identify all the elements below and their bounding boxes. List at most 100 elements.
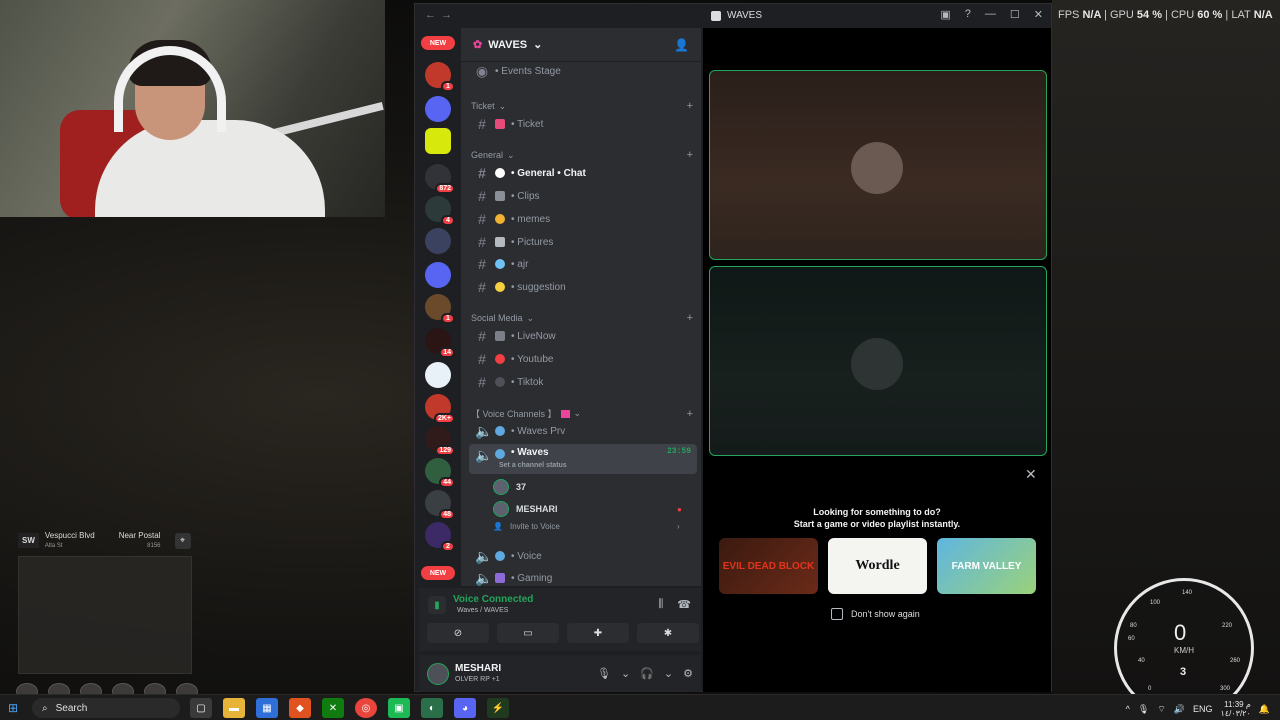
voice-connected-title[interactable]: Voice Connected: [453, 594, 533, 605]
add-channel-icon[interactable]: +: [687, 149, 693, 161]
channel-livenow[interactable]: # • LiveNow: [469, 326, 697, 346]
voice-member-37[interactable]: 37: [493, 479, 526, 495]
channel-ticket[interactable]: # • Ticket: [469, 114, 697, 134]
close-button[interactable]: ✕: [1034, 8, 1043, 21]
server-icon-4[interactable]: 4: [425, 196, 455, 226]
inbox-icon[interactable]: ▣: [940, 8, 950, 21]
activity-card-wordle[interactable]: Wordle: [828, 538, 927, 594]
windows-start-icon[interactable]: ⊞: [8, 701, 22, 715]
server-icon-12[interactable]: 48: [425, 490, 455, 520]
channel-events-stage[interactable]: ◉ • Events Stage: [469, 61, 697, 81]
hash-icon: #: [478, 351, 486, 367]
camera-off-button[interactable]: ⊘: [427, 623, 489, 643]
xbox-icon[interactable]: ✕: [322, 698, 344, 718]
server-icon-5[interactable]: [425, 228, 451, 254]
chrome-icon[interactable]: ◎: [355, 698, 377, 718]
stage-icon: ◉: [475, 62, 489, 79]
noise-suppression-icon[interactable]: ⫼: [658, 598, 663, 611]
channel-tiktok[interactable]: # • Tiktok: [469, 372, 697, 392]
network-icon[interactable]: ⌔: [1157, 704, 1165, 715]
category-voice-channels[interactable]: 【 Voice Channels 】 ⌄ +: [471, 407, 693, 420]
add-channel-icon[interactable]: +: [687, 100, 693, 112]
headphones-icon[interactable]: 🎧: [640, 667, 654, 680]
user-name[interactable]: MESHARI: [455, 663, 501, 674]
voice-member-meshari[interactable]: MESHARI ●: [493, 501, 682, 517]
mention-badge: 2K+: [433, 413, 455, 424]
folder-icon[interactable]: [425, 96, 451, 122]
game-icon[interactable]: ⚡: [487, 698, 509, 718]
channel-suggestion[interactable]: # • suggestion: [469, 277, 697, 297]
channel-memes[interactable]: # • memes: [469, 209, 697, 229]
app-icon[interactable]: ▣: [388, 698, 410, 718]
server-icon-2[interactable]: [425, 128, 451, 154]
server-icon-10[interactable]: 129: [425, 426, 455, 456]
participant-tile[interactable]: [709, 266, 1047, 456]
activity-card-farm[interactable]: FARM VALLEY: [937, 538, 1036, 594]
voice-connected-channel[interactable]: Waves / WAVES: [457, 607, 508, 614]
participant-avatar: [851, 338, 903, 390]
file-explorer-icon[interactable]: ▬: [223, 698, 245, 718]
user-avatar[interactable]: [427, 663, 449, 685]
nav-back-button[interactable]: ←: [425, 9, 436, 21]
server-icon-6[interactable]: 1: [425, 294, 455, 324]
volume-icon[interactable]: 🔊: [1174, 704, 1185, 715]
chevron-down-icon[interactable]: ⌄: [621, 667, 630, 680]
category-general[interactable]: General ⌄ +: [471, 149, 693, 161]
dont-show-again[interactable]: Don't show again: [831, 608, 920, 620]
add-channel-icon[interactable]: +: [687, 408, 693, 420]
activities-button[interactable]: ✚: [567, 623, 629, 643]
disconnect-icon[interactable]: ☎: [677, 598, 691, 611]
task-view-icon[interactable]: ▢: [190, 698, 212, 718]
screen-share-button[interactable]: ▭: [497, 623, 559, 643]
category-ticket[interactable]: Ticket ⌄ +: [471, 100, 693, 112]
channel-waves[interactable]: 🔈 • Waves 23:59 Set a channel status: [469, 444, 697, 474]
channel-youtube[interactable]: # • Youtube: [469, 349, 697, 369]
chevron-down-icon[interactable]: ⌄: [664, 667, 673, 680]
category-social-media[interactable]: Social Media ⌄ +: [471, 312, 693, 324]
server-icon-9[interactable]: 2K+: [425, 394, 455, 424]
server-icon-13[interactable]: 2: [425, 522, 455, 552]
channel-clips[interactable]: # • Clips: [469, 186, 697, 206]
channel-voice[interactable]: 🔈 • Voice: [469, 546, 697, 566]
server-header[interactable]: ✿ WAVES ⌄ 👤: [461, 28, 701, 62]
server-icon-7[interactable]: 14: [425, 328, 455, 358]
channel-general-chat[interactable]: # • General • Chat: [469, 163, 697, 183]
participant-tile[interactable]: [709, 70, 1047, 260]
channel-status-prompt[interactable]: Set a channel status: [499, 462, 567, 469]
close-activities-icon[interactable]: ✕: [1025, 466, 1037, 483]
channel-gaming[interactable]: 🔈 • Gaming: [469, 568, 697, 586]
voice-call-stage: ✕ Looking for something to do? Start a g…: [703, 28, 1051, 692]
store-icon[interactable]: ▦: [256, 698, 278, 718]
add-channel-icon[interactable]: +: [687, 312, 693, 324]
settings-gear-icon[interactable]: ⚙: [683, 667, 693, 680]
server-icon-11[interactable]: 44: [425, 458, 455, 488]
channel-ajr[interactable]: # • ajr: [469, 254, 697, 274]
invite-to-voice[interactable]: 👤 Invite to Voice ›: [493, 522, 680, 531]
activity-card-evil-dead[interactable]: EVIL DEAD BLOCK: [719, 538, 818, 594]
chevron-up-icon[interactable]: ^: [1126, 704, 1130, 714]
folder-icon-2[interactable]: [425, 262, 451, 288]
server-icon-1[interactable]: 1: [425, 62, 455, 92]
brave-browser-icon[interactable]: ◆: [289, 698, 311, 718]
microphone-icon[interactable]: 🎙: [597, 667, 611, 680]
soundboard-button[interactable]: ✱: [637, 623, 699, 643]
server-icon-8[interactable]: [425, 362, 451, 388]
signal-icon[interactable]: ▮: [428, 596, 446, 614]
dont-show-checkbox[interactable]: [831, 608, 843, 620]
maximize-button[interactable]: ☐: [1010, 8, 1020, 21]
taskbar-search[interactable]: ⌕ Search: [32, 698, 180, 718]
minimize-button[interactable]: —: [985, 8, 996, 21]
server-icon-3[interactable]: 872: [425, 164, 455, 194]
channel-pictures[interactable]: # • Pictures: [469, 232, 697, 252]
discord-icon[interactable]: ◕: [454, 698, 476, 718]
add-member-icon[interactable]: 👤: [674, 38, 689, 52]
fivem-icon[interactable]: ◐: [421, 698, 443, 718]
mention-badge: 129: [435, 445, 455, 456]
notification-bell-icon[interactable]: 🔔: [1259, 704, 1270, 715]
nav-forward-button[interactable]: →: [441, 9, 452, 21]
microphone-tray-icon[interactable]: 🎙: [1138, 704, 1149, 715]
language-indicator[interactable]: ENG: [1193, 704, 1213, 714]
help-icon[interactable]: ?: [965, 8, 971, 21]
clock[interactable]: 11:39 م ١٤/٠٣/٢٠: [1221, 700, 1251, 718]
channel-waves-prv[interactable]: 🔈 • Waves Prv: [469, 421, 697, 441]
